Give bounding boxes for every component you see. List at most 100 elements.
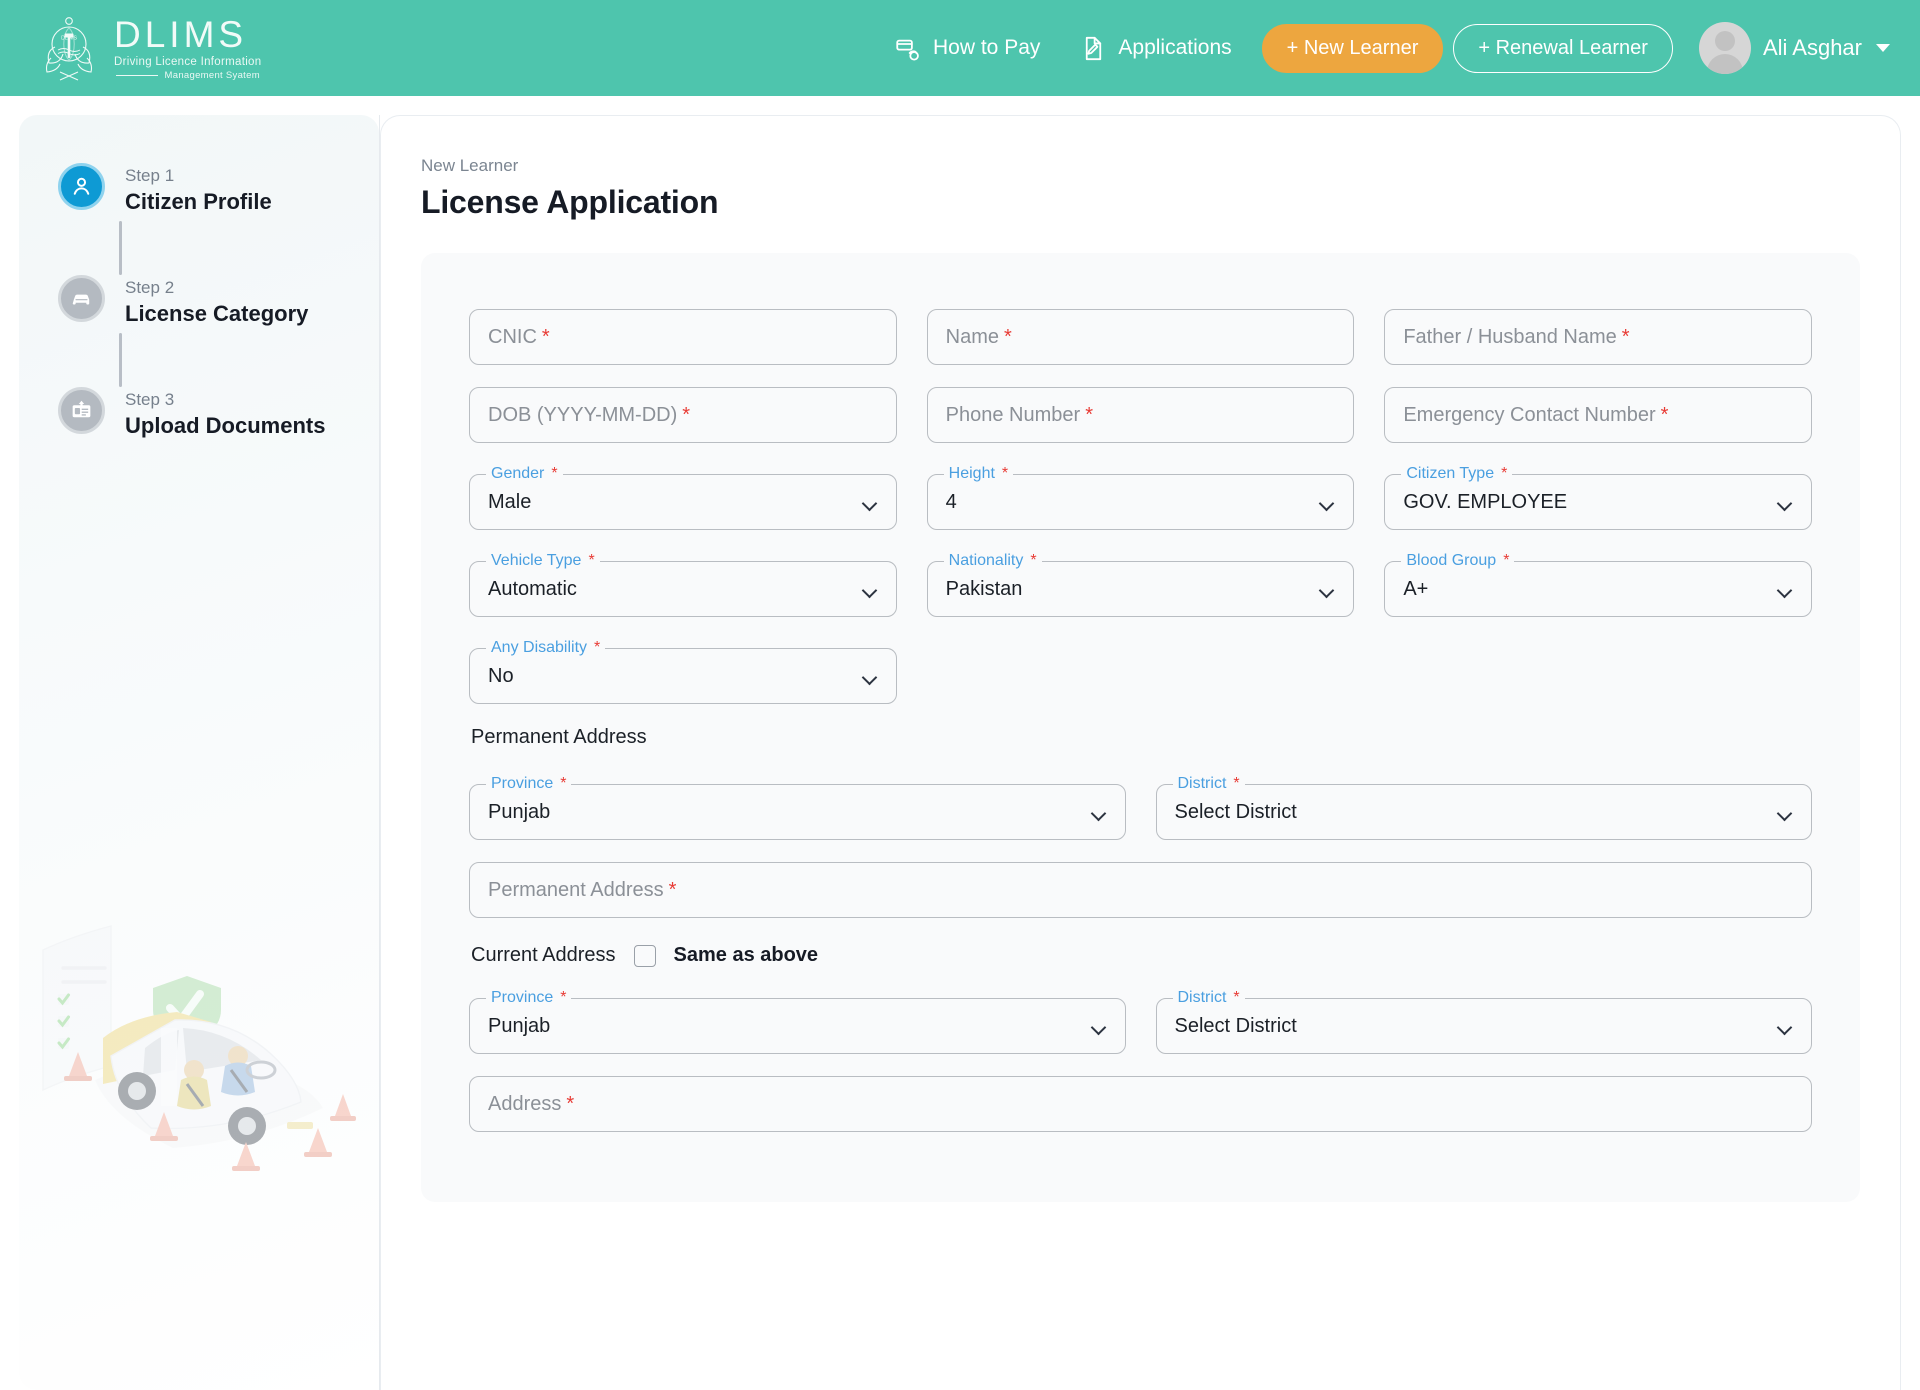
- form-row-1: CNIC * Name * Father / Husband Name *: [469, 309, 1813, 365]
- height-label: Height *: [943, 465, 1014, 483]
- permanent-district-label-text: District: [1177, 775, 1227, 792]
- brand-logo[interactable]: DLIMS DLIMS Driving Licence Information …: [38, 14, 261, 82]
- brand-subtitle-line1: Driving Licence Information: [114, 55, 262, 68]
- any-disability-value: No: [488, 664, 514, 687]
- current-district-value: Select District: [1174, 1014, 1297, 1037]
- page-title: License Application: [421, 184, 719, 220]
- citizen-type-value: GOV. EMPLOYEE: [1403, 490, 1568, 513]
- citizen-type-label: Citizen Type *: [1401, 465, 1513, 483]
- svg-text:DLIMS: DLIMS: [61, 36, 77, 42]
- father-husband-name-input[interactable]: Father / Husband Name *: [1384, 309, 1813, 365]
- emergency-contact-number-placeholder: Emergency Contact Number: [1403, 403, 1656, 426]
- current-district-label-text: District: [1177, 989, 1227, 1006]
- blood-group-required-marker: *: [1503, 552, 1510, 569]
- current-address-text-row: Address *: [469, 1076, 1812, 1132]
- permanent-address-text-row: Permanent Address *: [469, 862, 1812, 918]
- permanent-address-input[interactable]: Permanent Address *: [469, 862, 1812, 918]
- name-placeholder: Name: [945, 325, 1000, 348]
- id-card-upload-icon: [72, 400, 91, 418]
- nav-item-applications[interactable]: Applications: [1060, 35, 1251, 62]
- current-address-heading: Current Address: [471, 944, 616, 966]
- form-row-3: Gender * Male Height * 4 Citizen Type * …: [469, 465, 1813, 530]
- same-as-above-label[interactable]: Same as above: [674, 944, 819, 967]
- car-icon: [72, 294, 90, 305]
- step-1-name: Citizen Profile: [125, 188, 272, 214]
- dob-input[interactable]: DOB (YYYY-MM-DD) *: [469, 387, 897, 443]
- step-3-label: Step 3: [125, 390, 175, 409]
- emergency-contact-number-input[interactable]: Emergency Contact Number *: [1384, 387, 1813, 443]
- chevron-down-icon: [863, 498, 878, 507]
- current-address-row: Province * Punjab District * Select Dist…: [469, 989, 1812, 1054]
- vehicle-type-label-text: Vehicle Type: [491, 552, 582, 569]
- current-province-select-wrap: Province * Punjab: [469, 989, 1126, 1054]
- phone-number-input[interactable]: Phone Number *: [926, 387, 1355, 443]
- chevron-down-icon: [1778, 1022, 1793, 1031]
- steps-sidebar: Step 1 Citizen Profile Step 2 License Ca…: [19, 115, 379, 1390]
- current-district-required-marker: *: [1233, 989, 1240, 1006]
- avatar: [1698, 22, 1751, 74]
- brand-subtitle-line2: Management Syatem: [164, 70, 260, 81]
- step-3-circle: [58, 387, 105, 434]
- sidebar-step-citizen-profile[interactable]: Step 1 Citizen Profile: [58, 163, 379, 221]
- permanent-province-value: Punjab: [488, 800, 551, 823]
- nationality-label-text: Nationality: [948, 552, 1024, 569]
- permanent-district-label: District *: [1172, 775, 1245, 793]
- chevron-down-icon: [1320, 585, 1335, 594]
- any-disability-select-wrap: Any Disability * No: [469, 639, 897, 704]
- gender-required-marker: *: [551, 465, 558, 482]
- chevron-down-icon: [1876, 44, 1890, 52]
- government-crest-icon: DLIMS: [45, 17, 93, 81]
- emergency-contact-number-required-marker: *: [1660, 403, 1669, 426]
- gender-select-wrap: Gender * Male: [469, 465, 897, 530]
- cnic-placeholder: CNIC: [488, 325, 537, 348]
- permanent-address-heading: Permanent Address: [471, 726, 647, 748]
- name-input[interactable]: Name *: [926, 309, 1355, 365]
- step-connector-2: [119, 333, 122, 387]
- permanent-district-select[interactable]: Select District: [1155, 784, 1812, 840]
- same-as-above-checkbox[interactable]: [633, 944, 656, 967]
- father-husband-name-placeholder: Father / Husband Name: [1403, 325, 1617, 348]
- page-body: Step 1 Citizen Profile Step 2 License Ca…: [0, 96, 1920, 1390]
- step-1-label: Step 1: [125, 166, 175, 185]
- step-2-name: License Category: [125, 300, 309, 326]
- user-menu[interactable]: Ali Asghar: [1698, 22, 1890, 74]
- renewal-learner-button[interactable]: + Renewal Learner: [1453, 23, 1673, 73]
- current-address-required-marker: *: [566, 1092, 575, 1115]
- permanent-address-required-marker: *: [668, 878, 677, 901]
- sidebar-step-upload-documents[interactable]: Step 3 Upload Documents: [58, 387, 379, 445]
- brand-title: DLIMS: [114, 13, 248, 55]
- permanent-district-required-marker: *: [1233, 775, 1240, 792]
- nav-item-how-to-pay[interactable]: How to Pay: [875, 35, 1060, 62]
- permanent-address-placeholder: Permanent Address: [488, 878, 664, 901]
- sidebar-step-license-category[interactable]: Step 2 License Category: [58, 275, 379, 333]
- cnic-input[interactable]: CNIC *: [469, 309, 897, 365]
- blood-group-select-wrap: Blood Group * A+: [1384, 552, 1813, 617]
- step-connector-1: [119, 221, 122, 275]
- citizen-type-required-marker: *: [1501, 465, 1508, 482]
- height-value: 4: [945, 490, 957, 513]
- nav-label-applications: Applications: [1118, 36, 1232, 59]
- new-learner-button[interactable]: + New Learner: [1261, 23, 1444, 73]
- header-nav: How to Pay Applications + New Learner + …: [875, 22, 1890, 74]
- current-district-select[interactable]: Select District: [1155, 998, 1812, 1054]
- blood-group-value: A+: [1403, 577, 1429, 600]
- gender-label-text: Gender: [491, 465, 545, 482]
- form-row-2: DOB (YYYY-MM-DD) * Phone Number * Emerge…: [469, 387, 1813, 443]
- nationality-value: Pakistan: [945, 577, 1023, 600]
- current-province-label-text: Province: [491, 989, 554, 1006]
- permanent-province-label: Province *: [486, 775, 572, 793]
- app-header: DLIMS DLIMS Driving Licence Information …: [0, 0, 1920, 96]
- nationality-required-marker: *: [1030, 552, 1037, 569]
- gender-label: Gender *: [486, 465, 563, 483]
- chevron-down-icon: [1092, 1022, 1107, 1031]
- name-required-marker: *: [1004, 325, 1012, 348]
- dob-placeholder: DOB (YYYY-MM-DD): [488, 403, 678, 426]
- gender-value: Male: [488, 490, 532, 513]
- blood-group-label-text: Blood Group: [1406, 552, 1497, 569]
- form-row-4: Vehicle Type * Automatic Nationality * P…: [469, 552, 1813, 617]
- father-husband-name-required-marker: *: [1621, 325, 1630, 348]
- step-2-label: Step 2: [125, 278, 175, 297]
- current-address-input[interactable]: Address *: [469, 1076, 1812, 1132]
